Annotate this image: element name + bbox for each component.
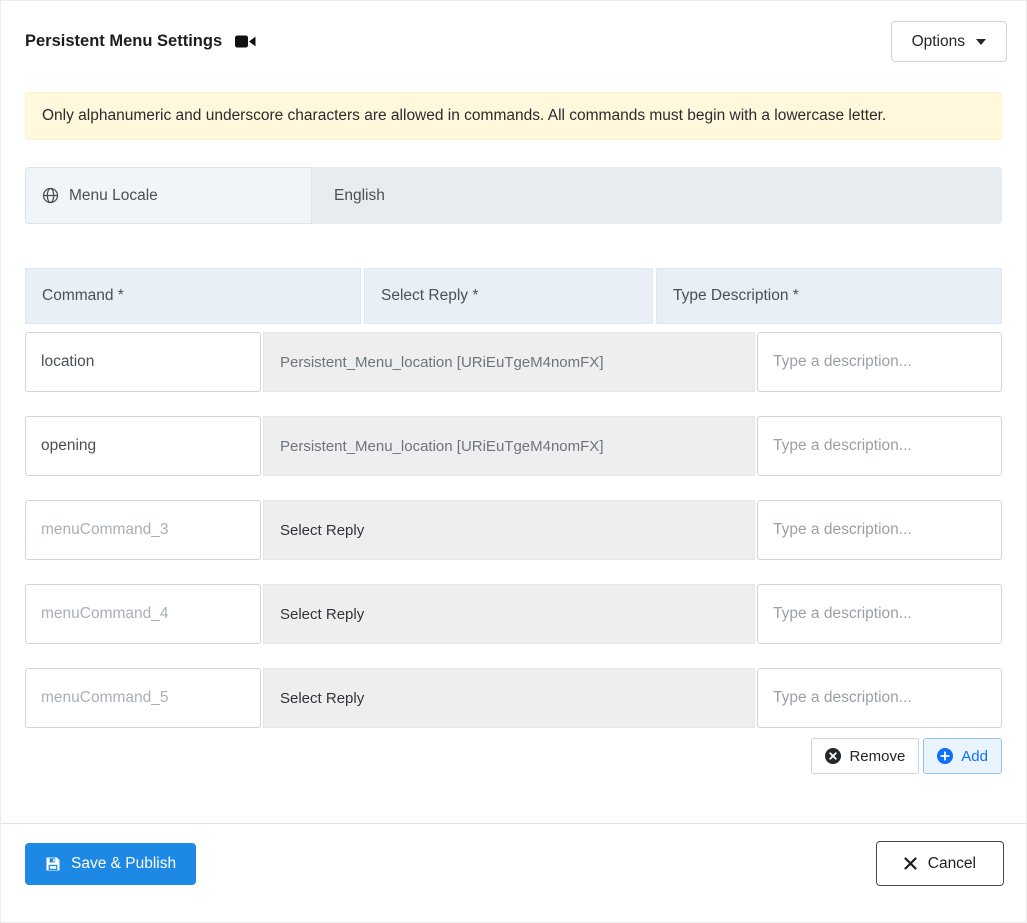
- table-row: Select Reply: [25, 668, 1002, 728]
- options-button[interactable]: Options: [890, 21, 1007, 62]
- options-button-label: Options: [911, 32, 965, 50]
- remove-button-label: Remove: [849, 747, 906, 765]
- table-row: Select Reply: [25, 500, 1002, 560]
- cancel-button[interactable]: Cancel: [875, 841, 1004, 886]
- commands-table: Command * Select Reply * Type Descriptio…: [25, 268, 1002, 728]
- alert-text: Only alphanumeric and underscore charact…: [42, 107, 887, 124]
- locale-value: English: [312, 167, 1002, 224]
- column-header-type-description: Type Description *: [656, 268, 1002, 324]
- chevron-down-icon: [976, 38, 986, 45]
- command-input[interactable]: [25, 332, 261, 392]
- save-publish-label: Save & Publish: [71, 854, 177, 872]
- locale-label: Menu Locale: [25, 167, 312, 224]
- command-input[interactable]: [25, 668, 261, 728]
- page-title: Persistent Menu Settings: [25, 32, 223, 50]
- table-row: Select Reply: [25, 584, 1002, 644]
- persistent-menu-settings-panel: Persistent Menu Settings Options Only al…: [0, 0, 1027, 923]
- description-input[interactable]: [757, 500, 1002, 560]
- description-input[interactable]: [757, 332, 1002, 392]
- reply-select[interactable]: Select Reply: [263, 668, 755, 728]
- footer-bar: Save & Publish Cancel: [1, 824, 1026, 906]
- reply-select[interactable]: Select Reply: [263, 584, 755, 644]
- description-input[interactable]: [757, 416, 1002, 476]
- add-button-label: Add: [961, 747, 988, 765]
- command-input[interactable]: [25, 584, 261, 644]
- column-header-command: Command *: [25, 268, 361, 324]
- locale-label-text: Menu Locale: [69, 186, 158, 204]
- locale-group: Menu Locale English: [25, 167, 1002, 224]
- remove-button[interactable]: Remove: [811, 738, 920, 774]
- table-row: Persistent_Menu_location [URiEuTgeM4nomF…: [25, 332, 1002, 392]
- reply-select[interactable]: Persistent_Menu_location [URiEuTgeM4nomF…: [263, 332, 755, 392]
- video-camera-icon: [235, 34, 256, 49]
- row-actions: Remove Add: [25, 738, 1002, 774]
- table-header: Command * Select Reply * Type Descriptio…: [25, 268, 1002, 324]
- description-input[interactable]: [757, 584, 1002, 644]
- title-wrap: Persistent Menu Settings: [25, 32, 256, 51]
- globe-icon: [42, 187, 59, 204]
- save-publish-button[interactable]: Save & Publish: [25, 842, 197, 885]
- locale-value-text: English: [334, 186, 385, 204]
- plus-circle-icon: [937, 748, 954, 764]
- floppy-disk-icon: [45, 856, 61, 872]
- reply-select[interactable]: Persistent_Menu_location [URiEuTgeM4nomF…: [263, 416, 755, 476]
- x-circle-icon: [825, 748, 842, 764]
- command-input[interactable]: [25, 416, 261, 476]
- reply-select[interactable]: Select Reply: [263, 500, 755, 560]
- description-input[interactable]: [757, 668, 1002, 728]
- add-button[interactable]: Add: [923, 738, 1002, 774]
- command-input[interactable]: [25, 500, 261, 560]
- column-header-select-reply: Select Reply *: [364, 268, 653, 324]
- warning-alert: Only alphanumeric and underscore charact…: [25, 92, 1002, 140]
- x-icon: [904, 857, 917, 870]
- cancel-button-label: Cancel: [927, 854, 976, 872]
- table-row: Persistent_Menu_location [URiEuTgeM4nomF…: [25, 416, 1002, 476]
- header-bar: Persistent Menu Settings Options: [1, 1, 1026, 62]
